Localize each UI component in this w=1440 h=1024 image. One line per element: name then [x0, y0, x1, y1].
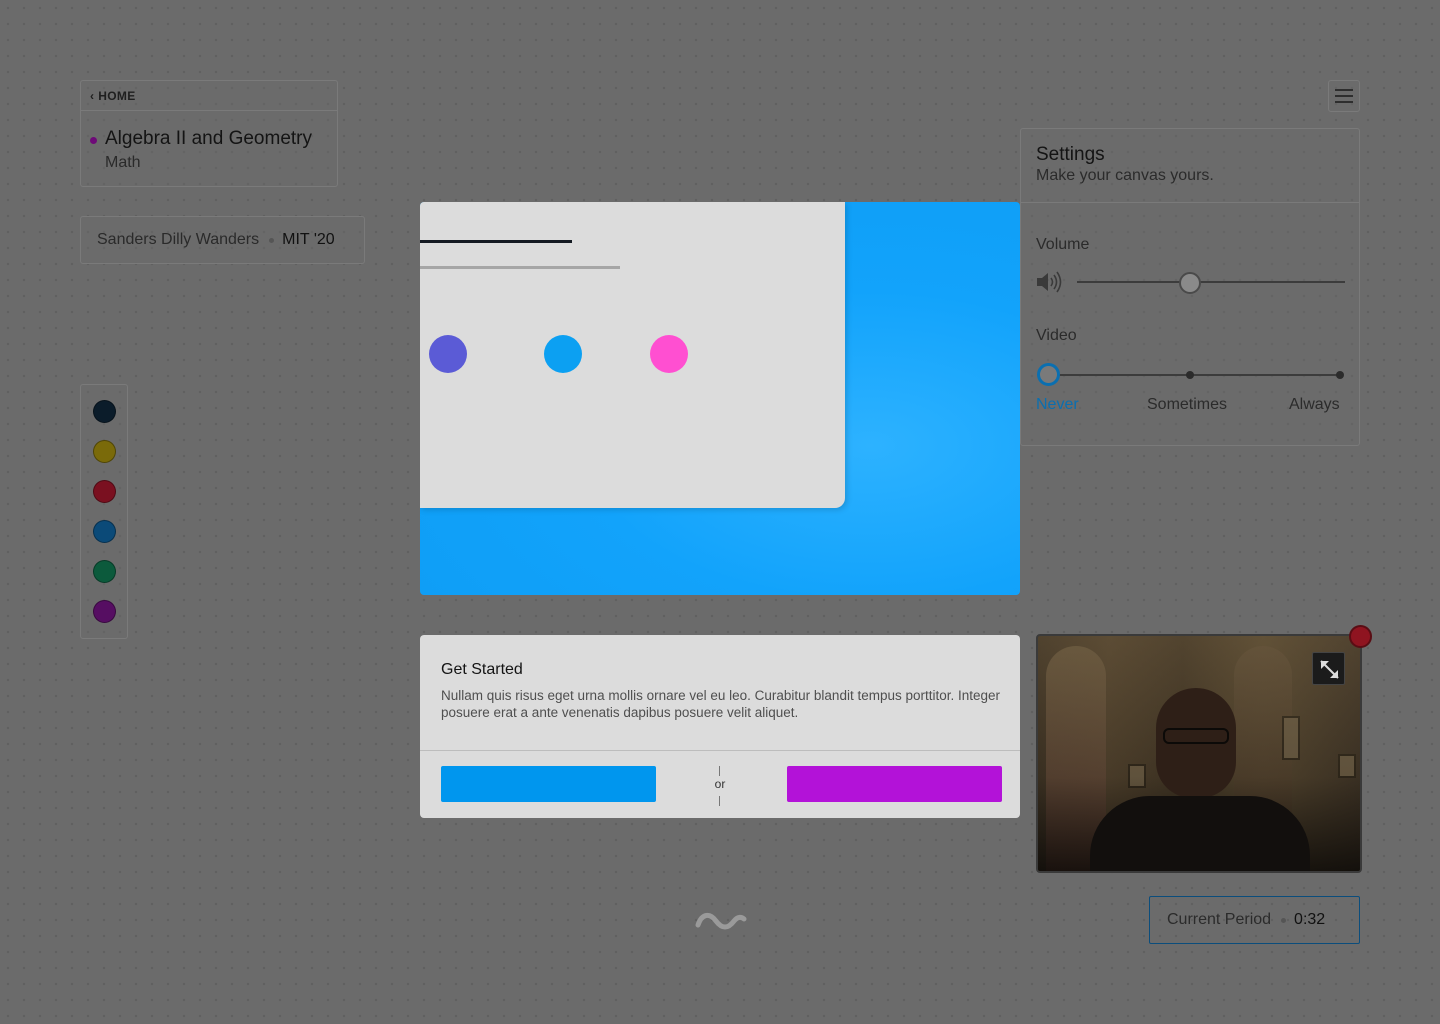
wave-logo-icon [695, 913, 747, 930]
separator-dot [1281, 917, 1287, 923]
video-slider-handle[interactable] [1037, 363, 1060, 386]
swatch-purple[interactable] [93, 600, 116, 623]
volume-slider-track[interactable] [1077, 281, 1345, 283]
current-period-badge: Current Period 0:32 [1149, 896, 1360, 944]
hero-dot-pink [650, 335, 688, 373]
settings-subtitle: Make your canvas yours. [1036, 167, 1214, 184]
video-stop-always[interactable] [1336, 371, 1344, 379]
home-link[interactable]: ‹ HOME [81, 81, 337, 111]
swatch-red[interactable] [93, 480, 116, 503]
course-title: Algebra II and Geometry [105, 128, 312, 149]
course-color-dot [90, 137, 97, 144]
separator-dot [269, 237, 275, 243]
video-slider-track[interactable] [1047, 374, 1341, 376]
swatch-yellow[interactable] [93, 440, 116, 463]
expand-icon[interactable] [1312, 652, 1345, 685]
class-card: ‹ HOME Algebra II and Geometry Math [80, 80, 338, 187]
volume-label: Volume [1036, 236, 1090, 253]
person-glasses [1163, 728, 1229, 744]
settings-panel: Settings Make your canvas yours. Volume … [1020, 128, 1360, 446]
record-dot-icon[interactable] [1349, 625, 1372, 648]
home-label: HOME [98, 88, 136, 103]
video-stop-sometimes[interactable] [1186, 371, 1194, 379]
video-option-always[interactable]: Always [1289, 396, 1340, 414]
user-school: MIT '20 [282, 231, 335, 248]
settings-title: Settings [1036, 144, 1105, 165]
speaker-icon[interactable] [1035, 270, 1063, 294]
swatch-blue[interactable] [93, 520, 116, 543]
or-divider-top [719, 766, 720, 776]
swatch-green[interactable] [93, 560, 116, 583]
get-started-card: Get Started Nullam quis risus eget urna … [420, 635, 1020, 818]
user-card: Sanders Dilly Wanders MIT '20 [80, 216, 365, 264]
hero-dot-blue [544, 335, 582, 373]
heading-placeholder-bar [420, 240, 572, 243]
subheading-placeholder-bar [420, 266, 620, 269]
hamburger-menu-icon[interactable] [1328, 80, 1360, 112]
user-name: Sanders Dilly Wanders [97, 231, 260, 248]
settings-header: Settings Make your canvas yours. [1021, 129, 1359, 203]
swatch-navy[interactable] [93, 400, 116, 423]
person-body [1090, 796, 1310, 871]
get-started-title: Get Started [441, 661, 523, 678]
or-divider-bottom [719, 796, 720, 806]
hero-illustration [420, 202, 1020, 595]
volume-slider-handle[interactable] [1178, 272, 1201, 294]
period-time: 0:32 [1294, 911, 1326, 928]
video-option-never[interactable]: Never [1036, 396, 1079, 414]
color-palette [80, 384, 128, 639]
secondary-action-button[interactable] [787, 766, 1002, 802]
hero-card [420, 202, 845, 508]
or-label: or [714, 777, 726, 791]
course-subject: Math [105, 154, 141, 171]
primary-action-button[interactable] [441, 766, 656, 802]
chevron-left-icon: ‹ [90, 88, 95, 103]
period-label: Current Period [1167, 911, 1272, 928]
video-option-sometimes[interactable]: Sometimes [1147, 396, 1227, 414]
video-label: Video [1036, 327, 1077, 344]
hero-dot-indigo [429, 335, 467, 373]
get-started-description: Nullam quis risus eget urna mollis ornar… [441, 688, 1001, 720]
